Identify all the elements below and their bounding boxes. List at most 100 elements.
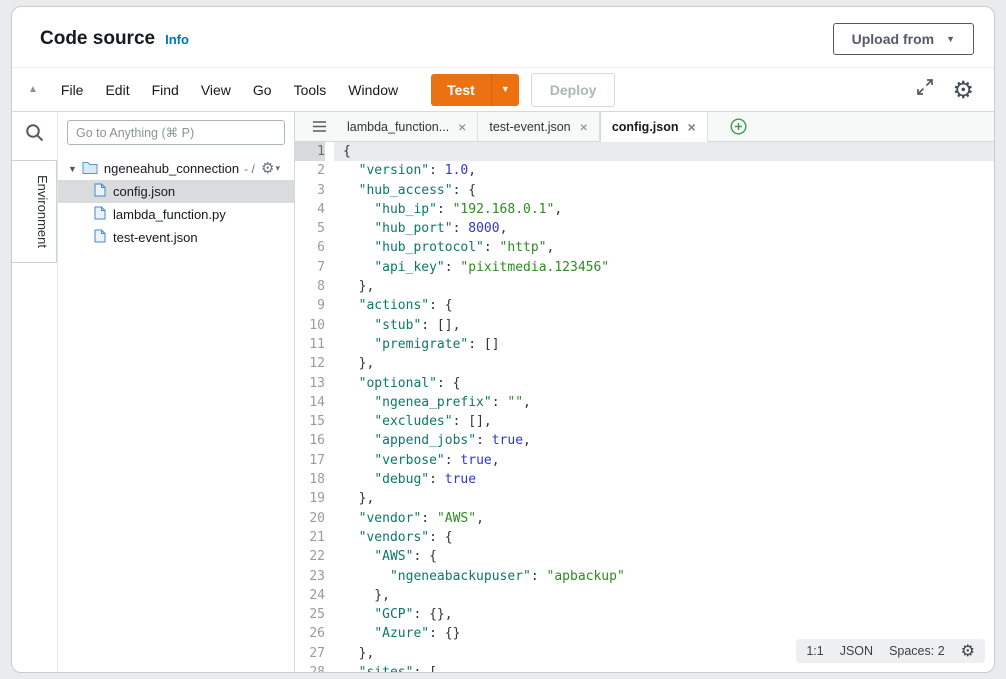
code-line[interactable]: { — [334, 142, 994, 161]
code-line[interactable]: "debug": true — [343, 470, 994, 489]
code-line[interactable]: "verbose": true, — [343, 451, 994, 470]
file-icon — [94, 229, 106, 246]
deploy-button[interactable]: Deploy — [531, 73, 616, 107]
close-icon[interactable]: × — [458, 120, 466, 134]
line-number[interactable]: 3 — [295, 181, 325, 200]
tab-environment[interactable]: Environment — [12, 160, 57, 263]
search-icon[interactable] — [24, 122, 45, 148]
file-name: config.json — [113, 184, 175, 199]
menu-tools[interactable]: Tools — [283, 76, 338, 104]
code-line[interactable]: "AWS": { — [343, 547, 994, 566]
code-line[interactable]: "ngenea_prefix": "", — [343, 393, 994, 412]
line-number[interactable]: 25 — [295, 605, 325, 624]
line-number[interactable]: 2 — [295, 161, 325, 180]
code-line[interactable]: }, — [343, 354, 994, 373]
code-line[interactable]: "optional": { — [343, 374, 994, 393]
chevron-down-icon: ▼ — [501, 85, 510, 94]
line-number[interactable]: 17 — [295, 451, 325, 470]
code-line[interactable]: "stub": [], — [343, 316, 994, 335]
tab-list-icon[interactable] — [303, 120, 336, 133]
line-number[interactable]: 10 — [295, 316, 325, 335]
goto-anything-input[interactable] — [67, 120, 285, 145]
close-icon[interactable]: × — [580, 120, 588, 134]
chevron-down-icon[interactable]: ▼ — [68, 164, 77, 174]
menu-edit[interactable]: Edit — [94, 76, 140, 104]
tree-file-lambda-function-py[interactable]: lambda_function.py — [58, 203, 294, 226]
test-button[interactable]: Test — [431, 74, 491, 106]
fullscreen-icon[interactable] — [916, 78, 934, 101]
code-line[interactable]: }, — [343, 489, 994, 508]
panel-header: Code source Info Upload from ▼ — [12, 7, 994, 67]
syntax-mode[interactable]: JSON — [840, 644, 873, 658]
code-line[interactable]: "GCP": {}, — [343, 605, 994, 624]
code-line[interactable]: "version": 1.0, — [343, 161, 994, 180]
code-line[interactable]: "hub_access": { — [343, 181, 994, 200]
tab-test-event-json[interactable]: test-event.json × — [478, 112, 599, 142]
page-title: Code source — [40, 28, 155, 50]
menu-window[interactable]: Window — [337, 76, 409, 104]
editor-settings-gear-icon[interactable]: ⚙ — [961, 643, 975, 659]
line-number[interactable]: 28 — [295, 663, 325, 672]
settings-gear-icon[interactable]: ⚙ — [952, 78, 974, 102]
line-number[interactable]: 14 — [295, 393, 325, 412]
code-line[interactable]: "ngeneabackupuser": "apbackup" — [343, 567, 994, 586]
new-tab-icon[interactable] — [730, 118, 747, 135]
editor-body[interactable]: 1234567891011121314151617181920212223242… — [295, 142, 994, 672]
tree-folder-row[interactable]: ▼ ngeneahub_connection - / ⚙ ▾ — [58, 157, 294, 180]
code-line[interactable]: "excludes": [], — [343, 412, 994, 431]
collapse-panel-icon[interactable]: ▲ — [28, 84, 38, 95]
line-number[interactable]: 12 — [295, 354, 325, 373]
tree-file-config-json[interactable]: config.json — [58, 180, 294, 203]
line-number[interactable]: 27 — [295, 644, 325, 663]
line-number[interactable]: 20 — [295, 509, 325, 528]
menu-view[interactable]: View — [190, 76, 242, 104]
tab-lambda-function[interactable]: lambda_function... × — [336, 112, 478, 142]
tree-settings-button[interactable]: ⚙ ▾ — [261, 161, 280, 176]
line-number[interactable]: 19 — [295, 489, 325, 508]
indentation-setting[interactable]: Spaces: 2 — [889, 644, 945, 658]
line-number[interactable]: 6 — [295, 238, 325, 257]
line-number[interactable]: 21 — [295, 528, 325, 547]
line-number[interactable]: 26 — [295, 624, 325, 643]
code-line[interactable]: "vendors": { — [343, 528, 994, 547]
line-number[interactable]: 15 — [295, 412, 325, 431]
line-number[interactable]: 11 — [295, 335, 325, 354]
line-number[interactable]: 5 — [295, 219, 325, 238]
line-number[interactable]: 1 — [295, 142, 325, 161]
upload-from-button[interactable]: Upload from ▼ — [833, 23, 974, 55]
line-number[interactable]: 9 — [295, 296, 325, 315]
code-line[interactable]: "premigrate": [] — [343, 335, 994, 354]
line-number[interactable]: 22 — [295, 547, 325, 566]
code-line[interactable]: "hub_protocol": "http", — [343, 238, 994, 257]
code-line[interactable]: "actions": { — [343, 296, 994, 315]
editor-code[interactable]: { "version": 1.0, "hub_access": { "hub_i… — [334, 142, 994, 672]
line-number[interactable]: 24 — [295, 586, 325, 605]
tab-config-json[interactable]: config.json × — [600, 112, 708, 143]
test-dropdown-button[interactable]: ▼ — [491, 74, 519, 106]
line-number[interactable]: 23 — [295, 567, 325, 586]
tree-file-test-event-json[interactable]: test-event.json — [58, 226, 294, 249]
close-icon[interactable]: × — [688, 120, 696, 134]
line-number[interactable]: 7 — [295, 258, 325, 277]
code-line[interactable]: "vendor": "AWS", — [343, 509, 994, 528]
menu-file[interactable]: File — [50, 76, 95, 104]
line-number[interactable]: 4 — [295, 200, 325, 219]
line-number[interactable]: 18 — [295, 470, 325, 489]
file-name: lambda_function.py — [113, 207, 226, 222]
cursor-position[interactable]: 1:1 — [806, 644, 823, 658]
code-line[interactable]: }, — [343, 586, 994, 605]
left-rail: Environment — [12, 112, 58, 672]
menu-find[interactable]: Find — [141, 76, 190, 104]
code-line[interactable]: "hub_port": 8000, — [343, 219, 994, 238]
code-line[interactable]: }, — [343, 277, 994, 296]
line-number[interactable]: 16 — [295, 431, 325, 450]
menu-go[interactable]: Go — [242, 76, 283, 104]
code-line[interactable]: "hub_ip": "192.168.0.1", — [343, 200, 994, 219]
info-link[interactable]: Info — [165, 32, 189, 47]
code-line[interactable]: "api_key": "pixitmedia.123456" — [343, 258, 994, 277]
code-line[interactable]: "append_jobs": true, — [343, 431, 994, 450]
code-line[interactable]: "sites": [ — [343, 663, 994, 672]
line-number[interactable]: 8 — [295, 277, 325, 296]
file-explorer: ▼ ngeneahub_connection - / ⚙ ▾ conf — [58, 112, 295, 672]
line-number[interactable]: 13 — [295, 374, 325, 393]
